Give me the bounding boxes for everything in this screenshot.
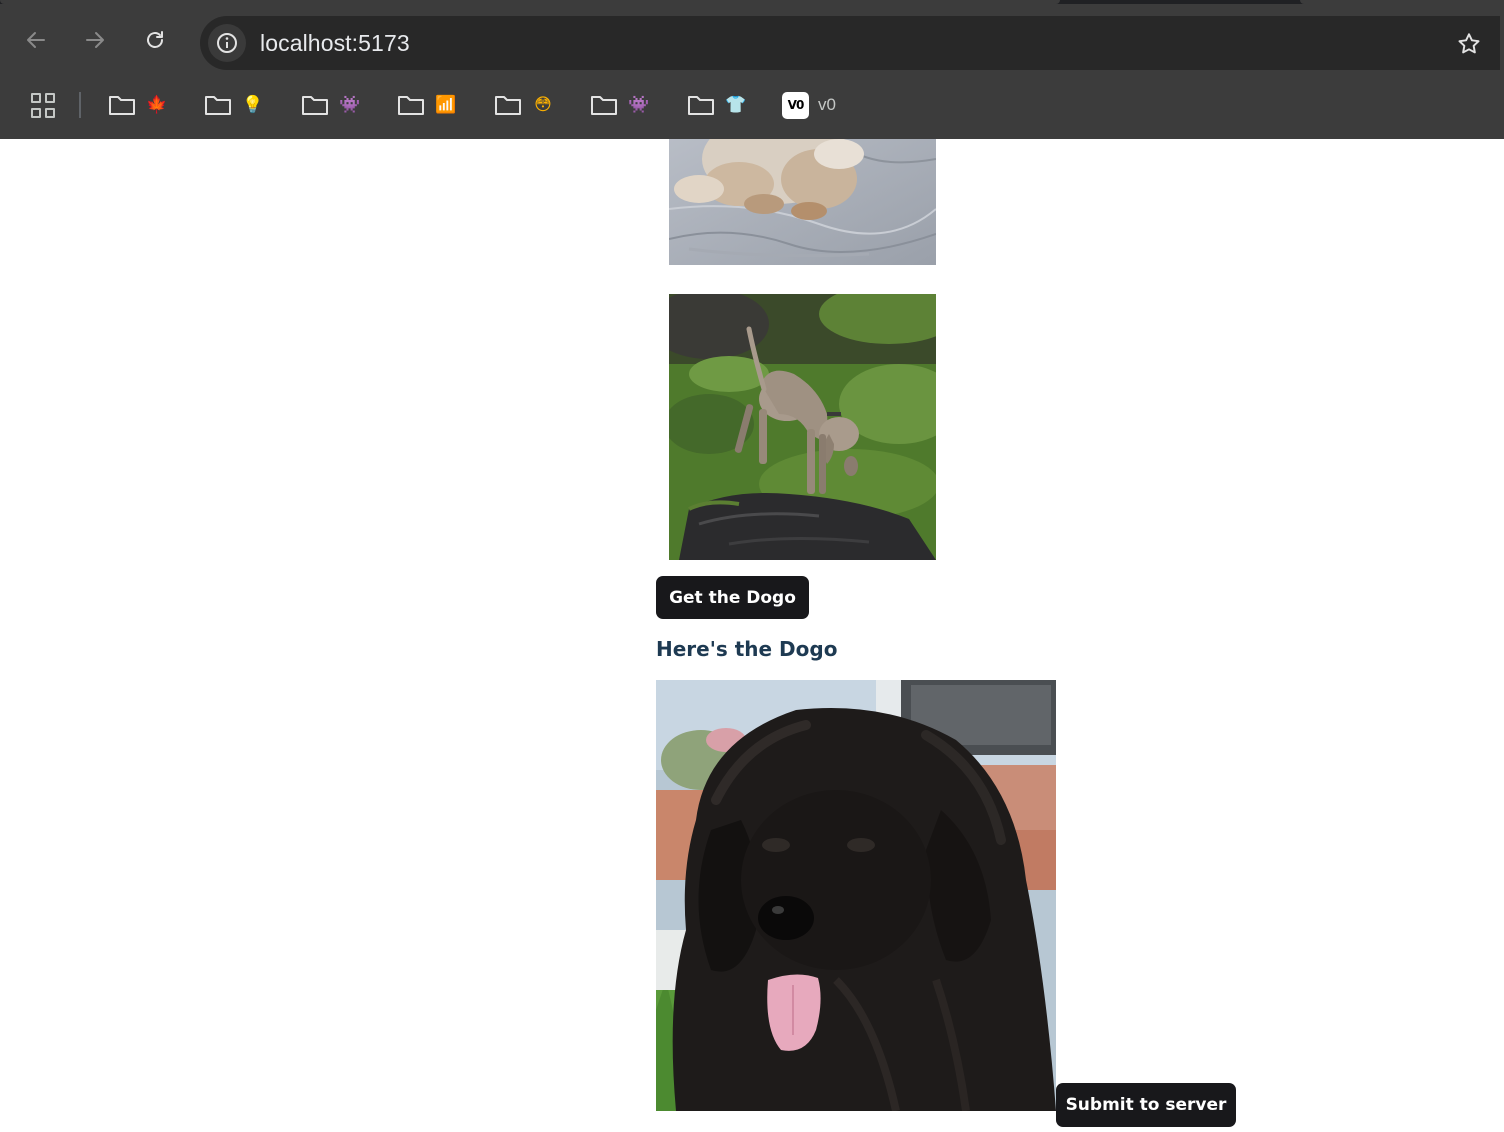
bookmarks-divider (79, 92, 81, 118)
weimaraner-picture (669, 294, 936, 560)
star-icon (1458, 33, 1480, 54)
bookmark-folder-6[interactable]: 👾 (590, 88, 650, 122)
folder-icon (301, 94, 329, 116)
newfoundland-picture (656, 680, 1056, 1111)
dog-image-newfoundland (656, 680, 1056, 1111)
alien-monster-icon: 👾 (339, 95, 361, 115)
bookmark-folder-1[interactable]: 🍁 (108, 88, 168, 122)
bookmark-folder-3[interactable]: 👾 (301, 88, 361, 122)
folder-icon (204, 94, 232, 116)
info-icon (217, 33, 237, 53)
maple-leaf-icon: 🍁 (146, 95, 168, 115)
get-dogo-button[interactable]: Get the Dogo (656, 576, 809, 619)
back-button[interactable] (18, 22, 54, 58)
address-bar[interactable]: localhost:5173 (200, 16, 1500, 70)
browser-toolbar: localhost:5173 (0, 4, 1504, 80)
page-content: Get the Dogo Here's the Dogo Submit to s… (0, 139, 1504, 1132)
lightbulb-icon: 💡 (242, 95, 264, 115)
reload-icon (147, 31, 163, 48)
dog-image-puppy (669, 139, 936, 265)
bookmark-folder-2[interactable]: 💡 (204, 88, 264, 122)
bookmark-label: v0 (818, 95, 836, 114)
folder-icon (108, 94, 136, 116)
bookmark-folder-4[interactable]: 📶 (397, 88, 457, 122)
t-shirt-icon: 👕 (725, 95, 747, 115)
bookmark-folder-5[interactable]: 😳 (494, 88, 554, 122)
folder-icon (687, 94, 715, 116)
site-info-button[interactable] (208, 24, 246, 62)
alien-monster-icon: 👾 (628, 95, 650, 115)
forward-button[interactable] (77, 22, 113, 58)
signal-bars-icon: 📶 (435, 95, 457, 115)
folder-icon (590, 94, 618, 116)
back-arrow-icon (27, 32, 45, 48)
flushed-face-icon: 😳 (534, 95, 552, 115)
folder-icon (494, 94, 522, 116)
bookmark-v0[interactable]: V0 v0 (782, 88, 836, 122)
v0-logo-icon: V0 (782, 91, 809, 119)
apps-grid-icon[interactable] (28, 90, 60, 122)
result-heading: Here's the Dogo (656, 637, 838, 661)
folder-icon (397, 94, 425, 116)
dog-image-weimaraner (669, 294, 936, 560)
submit-to-server-button[interactable]: Submit to server (1056, 1083, 1236, 1127)
reload-button[interactable] (137, 22, 173, 58)
bookmarks-bar: 🍁 💡 👾 📶 😳 👾 👕 V0 v0 (0, 80, 1504, 139)
puppy-picture (669, 139, 936, 265)
bookmark-star-button[interactable] (1454, 29, 1484, 59)
bookmark-folder-7[interactable]: 👕 (687, 88, 747, 122)
forward-arrow-icon (86, 32, 104, 48)
url-text[interactable]: localhost:5173 (260, 30, 410, 57)
